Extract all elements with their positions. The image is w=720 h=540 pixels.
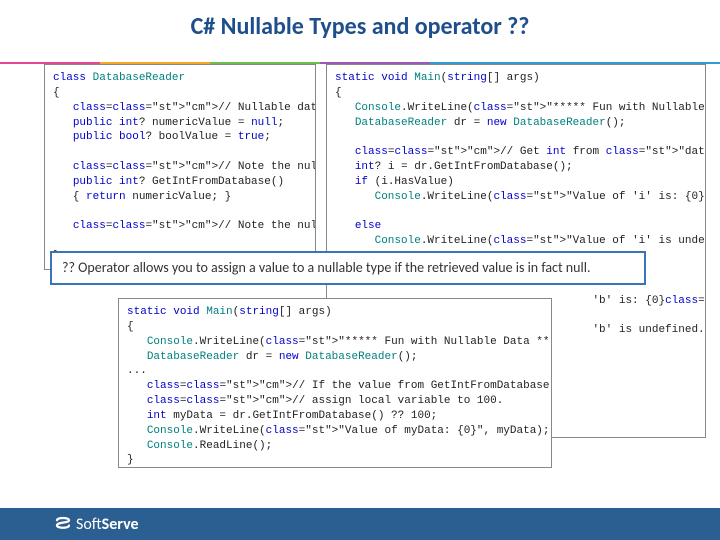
brand-icon [54,515,72,533]
code-snippet-class: class DatabaseReader { class=class="st">… [44,64,316,270]
footer-bar: SoftServe [0,508,720,540]
brand-text-thin: Soft [76,515,102,534]
brand-text-bold: Serve [102,515,139,534]
explanation-callout: ?? Operator allows you to assign a value… [50,251,646,285]
brand-logo: SoftServe [54,515,139,534]
code-snippet-null-coalescing: static void Main(string[] args) { Consol… [118,298,552,468]
slide-title: C# Nullable Types and operator ?? [0,12,720,41]
